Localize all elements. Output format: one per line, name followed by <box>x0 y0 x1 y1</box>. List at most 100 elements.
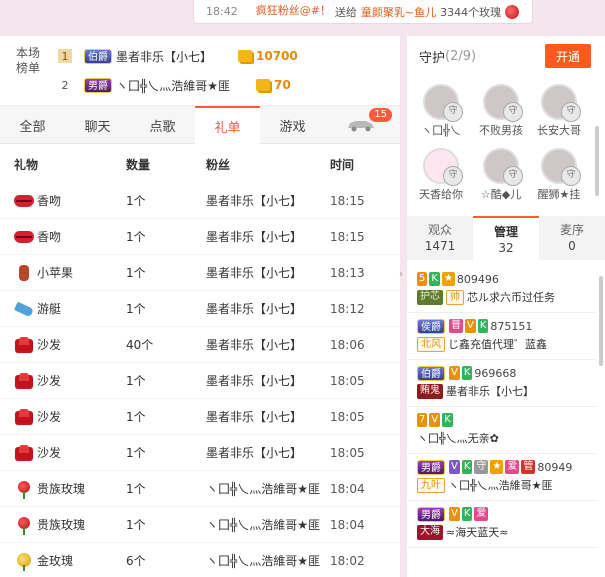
tab-mic-queue[interactable]: 麦序 0 <box>539 216 605 260</box>
guard-name: ヽ囗╬乀 <box>421 124 461 137</box>
gift-qty: 6个 <box>126 554 146 568</box>
gift-fan[interactable]: 墨者非乐【小七】 <box>206 336 302 353</box>
avatar <box>423 84 463 122</box>
gift-fan[interactable]: 墨者非乐【小七】 <box>206 300 302 317</box>
tab-count: 1471 <box>424 239 456 253</box>
ticker-verb: 送给 <box>334 5 357 19</box>
rank-row[interactable]: 2 男爵 ヽ囗╬乀灬浩維哥★匪 70 <box>58 74 291 96</box>
guard-member[interactable]: 天香给你 <box>411 148 471 202</box>
tab-chat[interactable]: 聊天 <box>65 106 130 144</box>
love-badge: 爱 <box>474 507 489 521</box>
gift-name: 金玫瑰 <box>37 554 74 568</box>
ticker-user[interactable]: 疯狂粉丝@#！ <box>246 0 331 23</box>
gift-time: 18:12 <box>330 301 365 316</box>
gift-time: 18:05 <box>330 445 365 460</box>
boat-icon <box>14 299 34 319</box>
level-badge: 5 <box>417 272 428 286</box>
header-fan: 粉丝 <box>206 157 231 172</box>
user-id: 969668 <box>474 366 517 380</box>
tab-gift-list[interactable]: 礼单 <box>195 106 260 144</box>
k-badge: K <box>429 272 440 286</box>
guard-name: ☆酷◆儿 <box>480 188 522 201</box>
rank-name[interactable]: 墨者非乐【小七】 <box>116 48 212 65</box>
gift-name: 香吻 <box>37 230 62 244</box>
rose-icon <box>505 4 520 19</box>
noble-badge: 男爵 <box>417 506 445 522</box>
tab-count: 32 <box>498 241 514 255</box>
gift-fan[interactable]: 墨者非乐【小七】 <box>206 408 302 425</box>
k-badge: K <box>461 507 473 521</box>
guard-member[interactable]: 醒狮★挂 <box>529 148 589 202</box>
v-badge: V <box>449 507 460 521</box>
gift-qty: 1个 <box>126 374 146 388</box>
list-item[interactable]: 5 K ★ 809496 护芯 帅 芯ル求六币过任务 <box>407 266 597 313</box>
gift-fan[interactable]: ヽ囗╬乀灬浩維哥★匪 <box>206 552 320 569</box>
chat-tabs: 全部 聊天 点歌 礼单 游戏 15 <box>0 106 400 144</box>
coin-icon <box>238 50 253 62</box>
list-item[interactable]: 伯爵 V K 969668 贿鬼 墨者非乐【小七】 <box>407 360 597 407</box>
fan-tag: 护芯 <box>417 289 443 305</box>
side-panel: 守护 (2/9) 开通 ヽ囗╬乀 不败男孩 长安大哥 天香给你 ☆酷◆儿 醒狮★… <box>407 36 605 577</box>
list-item[interactable]: 侯爵 普 V K 875151 北风 じ鑫充值代理゛蓝鑫 <box>407 313 597 360</box>
v-badge: V <box>449 366 460 380</box>
collapse-arrow-icon[interactable]: › <box>399 262 407 286</box>
gift-fan[interactable]: 墨者非乐【小七】 <box>206 192 302 209</box>
tab-game[interactable]: 游戏 <box>260 106 325 144</box>
user-name: 芯ル求六币过任务 <box>467 291 555 304</box>
coin-icon <box>255 79 270 91</box>
gift-name: 沙发 <box>37 338 62 352</box>
avatar <box>541 148 581 186</box>
k-badge: K <box>477 319 489 333</box>
tab-all[interactable]: 全部 <box>0 106 65 144</box>
tab-audience[interactable]: 观众 1471 <box>407 216 473 260</box>
gift-qty: 1个 <box>126 194 146 208</box>
table-row: 香吻 1个 墨者非乐【小七】 18:15 <box>0 219 400 255</box>
gift-fan[interactable]: 墨者非乐【小七】 <box>206 444 302 461</box>
gift-fan[interactable]: ヽ囗╬乀灬浩維哥★匪 <box>206 516 320 533</box>
list-item[interactable]: 男爵 V K 守 ★ 爱 管 80949 九叶 ヽ囗╬乀灬浩維哥★匪 <box>407 454 597 501</box>
list-item[interactable]: 男爵 V K 爱 大海 ≈海天蓝天≈ <box>407 501 597 548</box>
apple-icon <box>14 263 34 283</box>
rank-title-line2: 榜单 <box>15 61 40 75</box>
tab-song[interactable]: 点歌 <box>130 106 195 144</box>
ticker-target[interactable]: 童颜聚乳~鱼儿 <box>361 4 436 20</box>
tab-count: 0 <box>568 239 576 253</box>
admin-list: 5 K ★ 809496 护芯 帅 芯ル求六币过任务 侯爵 普 V K 8751… <box>407 266 597 548</box>
chat-panel: 本场 榜单 1 伯爵 墨者非乐【小七】 10700 2 男爵 ヽ囗╬乀灬浩維哥★… <box>0 36 400 577</box>
guard-name: 醒狮★挂 <box>537 188 581 201</box>
noble-badge: 男爵 <box>417 459 445 475</box>
gift-qty: 1个 <box>126 230 146 244</box>
gift-fan[interactable]: 墨者非乐【小七】 <box>206 228 302 245</box>
kiss-icon <box>14 227 34 247</box>
tab-admin[interactable]: 管理 32 <box>473 216 539 260</box>
list-item[interactable]: 7 V K ヽ囗╬乀灬无亲✿ <box>407 407 597 454</box>
gift-name: 沙发 <box>37 410 62 424</box>
gift-name: 沙发 <box>37 446 62 460</box>
rank-row[interactable]: 1 伯爵 墨者非乐【小七】 10700 <box>58 45 298 67</box>
open-guard-button[interactable]: 开通 <box>545 44 591 68</box>
guard-list: ヽ囗╬乀 不败男孩 长安大哥 天香给你 ☆酷◆儿 醒狮★挂 <box>407 76 605 216</box>
ticker-gift: 3344个玫瑰 <box>440 5 502 19</box>
gift-fan[interactable]: 墨者非乐【小七】 <box>206 372 302 389</box>
gift-name: 游艇 <box>37 302 62 316</box>
gift-fan[interactable]: ヽ囗╬乀灬浩維哥★匪 <box>206 480 320 497</box>
admin-scrollbar[interactable] <box>599 276 603 366</box>
table-row: 小苹果 1个 墨者非乐【小七】 18:13 <box>0 255 400 291</box>
guard-member[interactable]: ☆酷◆儿 <box>471 148 531 202</box>
rank-name[interactable]: ヽ囗╬乀灬浩維哥★匪 <box>116 77 230 94</box>
gift-qty: 1个 <box>126 518 146 532</box>
table-row: 沙发 1个 墨者非乐【小七】 18:05 <box>0 435 400 471</box>
guard-title: 守护 <box>419 50 446 66</box>
gift-table-header: 礼物 数量 粉丝 时间 <box>0 145 400 183</box>
gift-name: 小苹果 <box>37 266 74 280</box>
guard-member[interactable]: 长安大哥 <box>529 84 589 138</box>
gift-table-body: 香吻 1个 墨者非乐【小七】 18:15 香吻 1个 墨者非乐【小七】 18:15 小苹果 1… <box>0 183 400 577</box>
gift-fan[interactable]: 墨者非乐【小七】 <box>206 264 302 281</box>
user-id: 875151 <box>490 319 533 333</box>
guard-member[interactable]: 不败男孩 <box>471 84 531 138</box>
guard-member[interactable]: ヽ囗╬乀 <box>411 84 471 138</box>
gift-time: 18:05 <box>330 373 365 388</box>
star-badge: ★ <box>490 460 504 474</box>
guard-scrollbar[interactable] <box>595 126 599 196</box>
gift-qty: 40个 <box>126 338 154 352</box>
